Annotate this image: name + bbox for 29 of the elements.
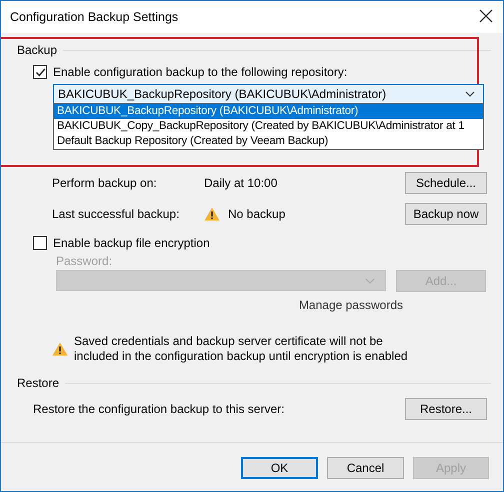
- schedule-value: Daily at 10:00: [204, 176, 278, 190]
- dialog-button[interactable]: Cancel: [327, 457, 404, 479]
- checkbox-label: Enable configuration backup to the following repository:: [53, 65, 348, 79]
- dropdown-option[interactable]: BAKICUBUK_Copy_BackupRepository (Created by BAKICUBUK\Administrator at 1: [54, 119, 483, 134]
- warning-text: Saved credentials and backup server certificate will not be included in the configuration backup until encryption is enabled: [74, 334, 409, 364]
- ok-button[interactable]: OK: [241, 457, 318, 479]
- repository-dropdown[interactable]: BAKICUBUK_BackupRepository (BAKICUBUK\Administrator): [53, 84, 484, 104]
- window-title: Configuration Backup Settings: [10, 10, 178, 24]
- manage-passwords-link[interactable]: Manage passwords: [298, 298, 403, 312]
- dropdown-option[interactable]: BAKICUBUK_BackupRepository (BAKICUBUK\Administrator): [54, 104, 483, 119]
- restore-label: Restore the configuration backup to this server:: [33, 402, 284, 416]
- warning-icon: [204, 207, 220, 221]
- caret-icon: [365, 278, 375, 284]
- warning-icon: [52, 342, 68, 356]
- field-label: Password:: [56, 254, 114, 268]
- section-title: Restore: [17, 376, 60, 390]
- status-text: No backup: [228, 207, 286, 221]
- field-label: Perform backup on:: [52, 176, 158, 190]
- checkbox-label: Enable backup file encryption: [53, 236, 210, 250]
- schedule-button[interactable]: Schedule...: [405, 172, 487, 194]
- dropdown-option[interactable]: Default Backup Repository (Created by Veeam Backup): [54, 134, 483, 149]
- checkbox[interactable]: [33, 236, 47, 250]
- restore-button[interactable]: Restore...: [405, 398, 487, 420]
- section-title: Backup: [17, 43, 58, 57]
- close-icon[interactable]: [479, 9, 493, 23]
- checkbox[interactable]: [33, 65, 47, 79]
- backup-now-button[interactable]: Backup now: [405, 203, 487, 225]
- field-label: Last successful backup:: [52, 207, 180, 221]
- caret-icon: [465, 91, 475, 97]
